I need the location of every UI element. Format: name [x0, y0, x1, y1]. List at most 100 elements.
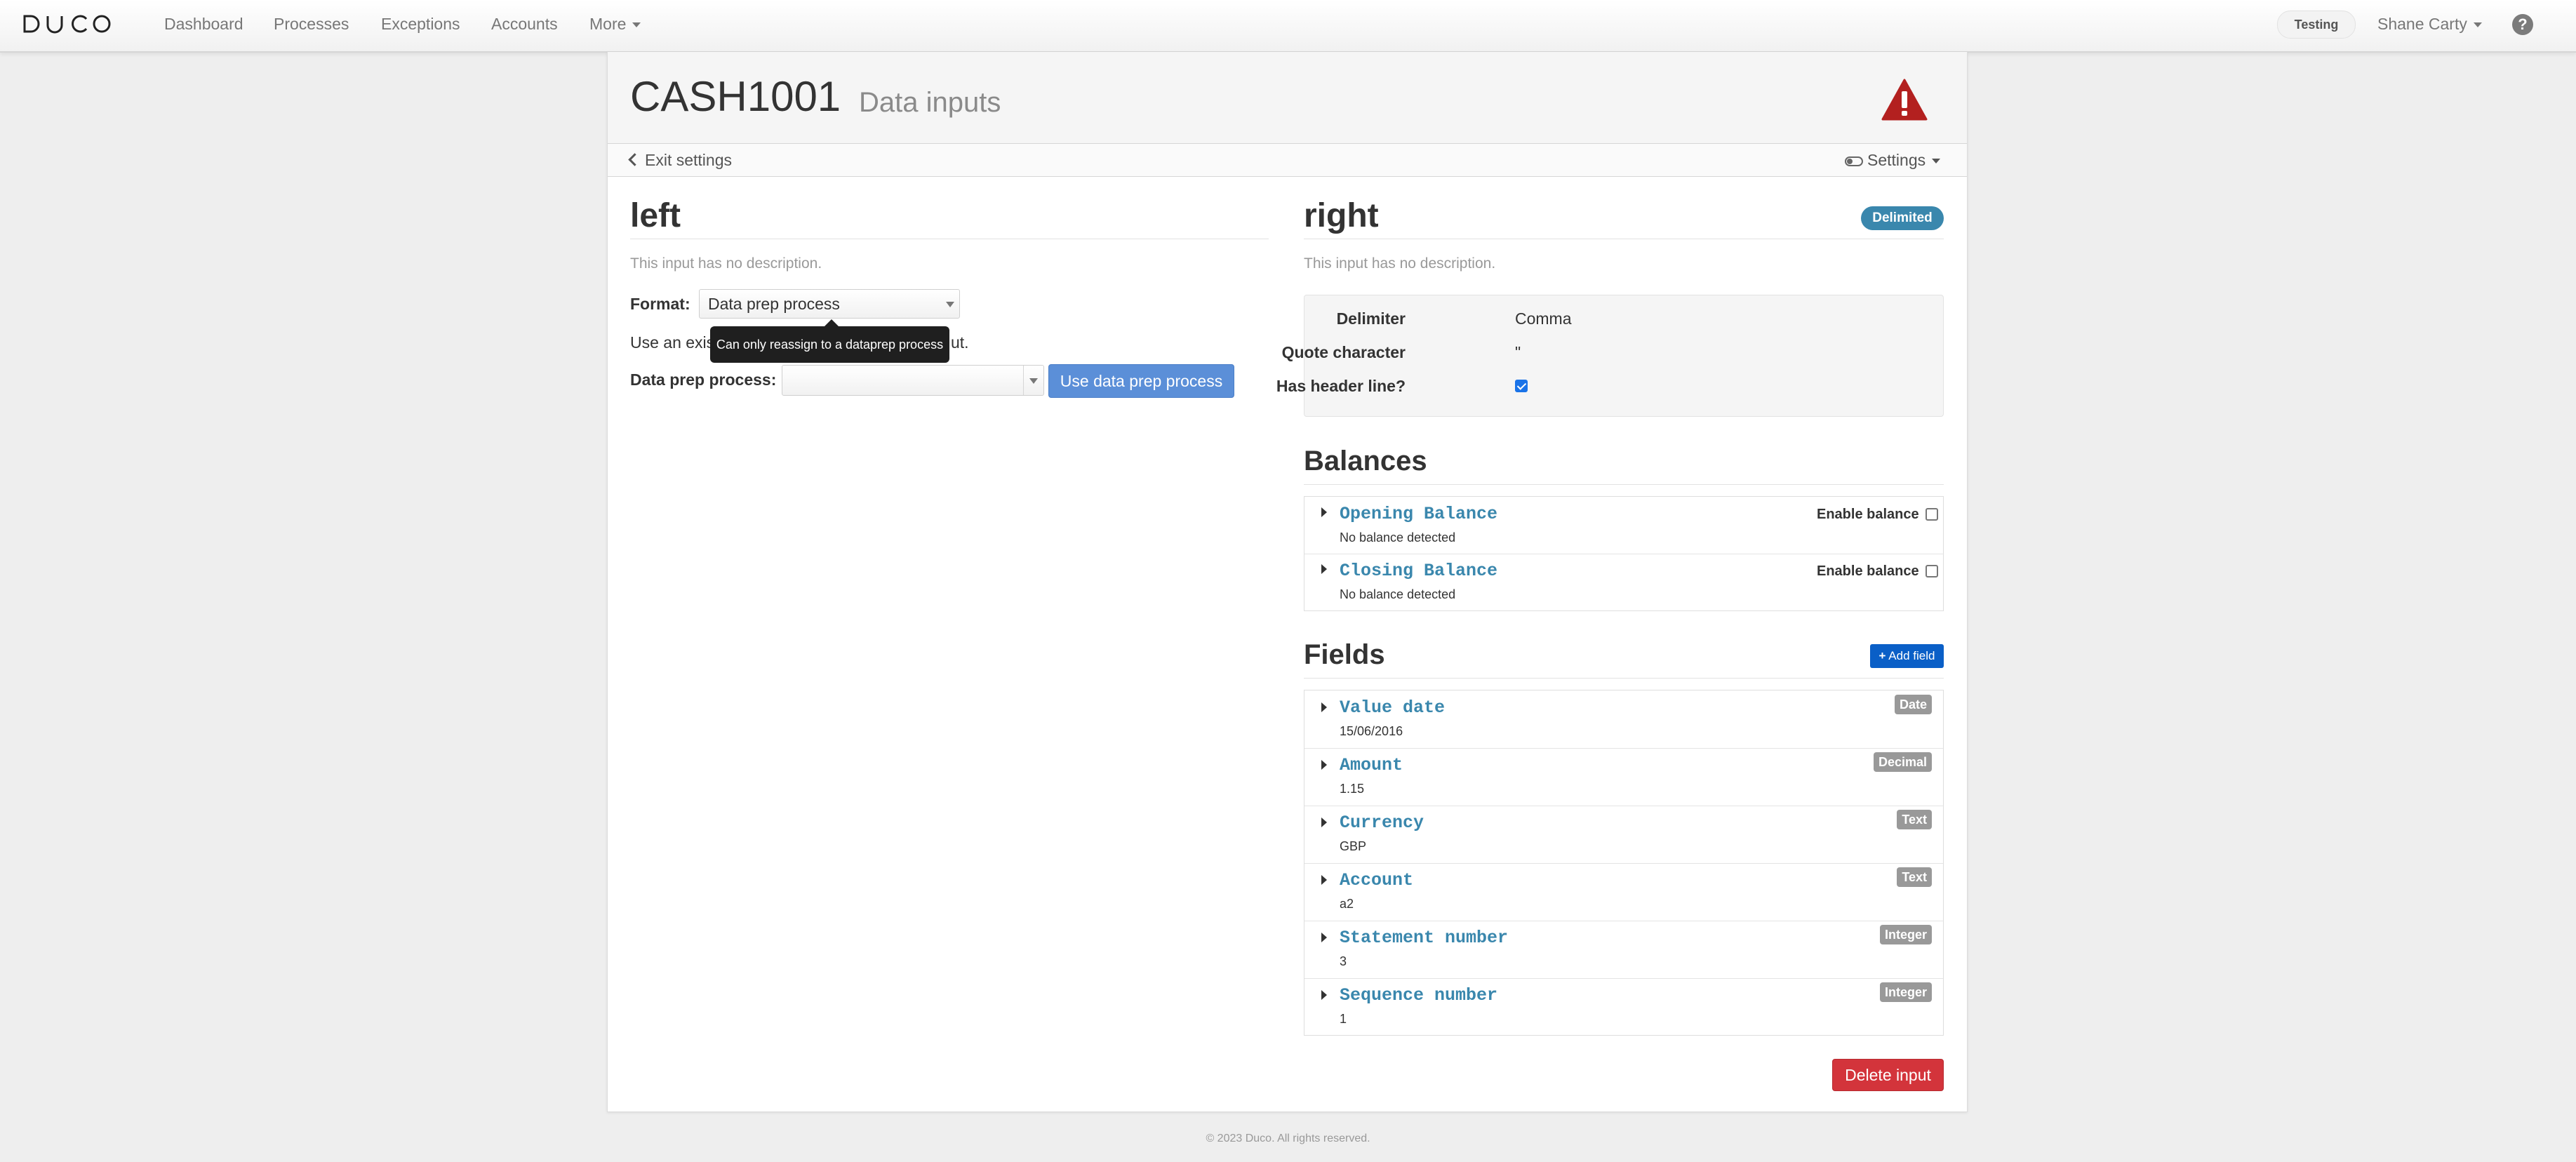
nav-more-dropdown[interactable]: More	[589, 13, 641, 34]
footer-copyright: © 2023 Duco. All rights reserved.	[1206, 1133, 1370, 1144]
nav-processes[interactable]: Processes	[274, 13, 349, 34]
select-divider	[1023, 366, 1024, 395]
help-icon[interactable]: ?	[2512, 14, 2533, 35]
field-value: 1	[1340, 1012, 1347, 1026]
page-subtitle: Data inputs	[859, 87, 1001, 118]
field-name[interactable]: Statement number	[1340, 928, 1508, 948]
caret-down-icon	[2473, 22, 2482, 28]
format-select-value: Data prep process	[708, 295, 840, 313]
expand-caret-icon[interactable]	[1321, 933, 1327, 942]
environment-badge: Testing	[2277, 11, 2356, 39]
header-line-label: Has header line?	[1276, 377, 1406, 395]
quote-character-value: "	[1515, 343, 1521, 361]
field-name[interactable]: Amount	[1340, 755, 1403, 775]
page-title: CASH1001	[630, 73, 841, 120]
user-menu[interactable]: Shane Carty	[2377, 13, 2482, 34]
balance-name[interactable]: Closing Balance	[1340, 561, 1497, 581]
settings-toolbar: Exit settings Settings	[608, 143, 1967, 177]
nav-more-label: More	[589, 15, 627, 33]
plus-icon: +	[1878, 649, 1886, 662]
warning-icon[interactable]	[1881, 79, 1928, 121]
caret-down-icon	[1932, 159, 1941, 164]
nav-accounts[interactable]: Accounts	[491, 13, 558, 34]
delete-input-button[interactable]: Delete input	[1832, 1059, 1944, 1091]
delimiter-label: Delimiter	[1336, 309, 1406, 328]
fields-list: Value date 15/06/2016 Date Amount 1.15 D…	[1304, 690, 1944, 1036]
user-name: Shane Carty	[2377, 15, 2467, 33]
field-row: Currency GBP Text	[1304, 806, 1943, 864]
field-value: 1.15	[1340, 782, 1365, 796]
quote-character-label: Quote character	[1281, 343, 1406, 361]
field-type-badge: Integer	[1879, 982, 1932, 1002]
field-row: Account a2 Text	[1304, 863, 1943, 921]
balance-row-opening: Opening Balance No balance detected Enab…	[1304, 497, 1943, 554]
page-header: CASH1001 Data inputs	[608, 52, 1967, 143]
balance-row-closing: Closing Balance No balance detected Enab…	[1304, 554, 1943, 610]
nav-dashboard[interactable]: Dashboard	[164, 13, 243, 34]
data-prep-process-value	[782, 370, 789, 389]
tooltip-arrow	[825, 319, 839, 326]
data-prep-process-label: Data prep process:	[630, 370, 777, 389]
settings-label: Settings	[1867, 151, 1926, 169]
field-value: 15/06/2016	[1340, 724, 1403, 738]
add-field-button[interactable]: + Add field	[1870, 644, 1944, 668]
field-type-badge: Text	[1897, 867, 1932, 887]
field-name[interactable]: Value date	[1340, 697, 1445, 718]
enable-balance-label: Enable balance	[1817, 507, 1919, 522]
exit-settings-label: Exit settings	[645, 151, 732, 169]
balances-title: Balances	[1304, 446, 1427, 476]
expand-caret-icon[interactable]	[1321, 817, 1327, 827]
delimiter-value: Comma	[1515, 309, 1572, 328]
field-type-badge: Decimal	[1873, 752, 1932, 772]
settings-dropdown[interactable]: Settings	[1845, 151, 1941, 169]
field-value: 3	[1340, 954, 1347, 968]
enable-balance-checkbox[interactable]	[1926, 508, 1938, 521]
field-value: a2	[1340, 897, 1354, 911]
delimiter-settings-panel: Delimiter Comma Quote character " Has he…	[1276, 295, 1944, 417]
expand-caret-icon[interactable]	[1321, 702, 1327, 712]
field-row: Amount 1.15 Decimal	[1304, 748, 1943, 806]
field-row: Sequence number 1 Integer	[1304, 978, 1943, 1035]
balances-list: Opening Balance No balance detected Enab…	[1304, 496, 1944, 611]
use-existing-text-end: ut.	[951, 333, 969, 352]
divider	[1304, 484, 1944, 485]
duco-logo[interactable]	[22, 13, 112, 35]
balance-status: No balance detected	[1340, 587, 1456, 601]
format-badge: Delimited	[1861, 206, 1944, 230]
field-name[interactable]: Sequence number	[1340, 985, 1497, 1006]
dropdown-arrow-icon	[1029, 378, 1038, 384]
exit-settings-link[interactable]: Exit settings	[628, 151, 732, 169]
enable-balance-label: Enable balance	[1817, 563, 1919, 579]
format-tooltip: Can only reassign to a dataprep process	[710, 326, 949, 363]
expand-caret-icon[interactable]	[1321, 564, 1327, 574]
expand-caret-icon[interactable]	[1321, 875, 1327, 885]
expand-caret-icon[interactable]	[1321, 760, 1327, 770]
expand-caret-icon[interactable]	[1321, 507, 1327, 517]
field-row: Value date 15/06/2016 Date	[1304, 690, 1943, 749]
left-input-title: left	[630, 197, 681, 234]
field-name[interactable]: Currency	[1340, 813, 1424, 833]
balance-name[interactable]: Opening Balance	[1340, 504, 1497, 524]
use-existing-text-start: Use an exis	[630, 333, 715, 352]
right-description: This input has no description.	[1304, 255, 1496, 272]
field-type-badge: Date	[1894, 695, 1932, 714]
fields-title: Fields	[1304, 639, 1385, 670]
right-input-title: right	[1304, 197, 1379, 234]
field-name[interactable]: Account	[1340, 870, 1413, 890]
format-select[interactable]: Data prep process	[699, 289, 960, 319]
chevron-left-icon	[628, 153, 641, 166]
top-navbar: Dashboard Processes Exceptions Accounts …	[0, 0, 2576, 53]
left-description: This input has no description.	[630, 255, 822, 272]
divider	[1304, 678, 1944, 679]
dropdown-arrow-icon	[946, 302, 954, 307]
balance-status: No balance detected	[1340, 530, 1456, 545]
expand-caret-icon[interactable]	[1321, 990, 1327, 1000]
nav-exceptions[interactable]: Exceptions	[381, 13, 460, 34]
header-line-checkbox[interactable]	[1515, 380, 1528, 392]
field-value: GBP	[1340, 839, 1367, 853]
add-field-label: Add field	[1888, 649, 1935, 662]
data-prep-process-select[interactable]	[782, 365, 1044, 396]
caret-down-icon	[632, 22, 641, 28]
enable-balance-checkbox[interactable]	[1926, 565, 1938, 577]
field-type-badge: Integer	[1879, 925, 1932, 944]
